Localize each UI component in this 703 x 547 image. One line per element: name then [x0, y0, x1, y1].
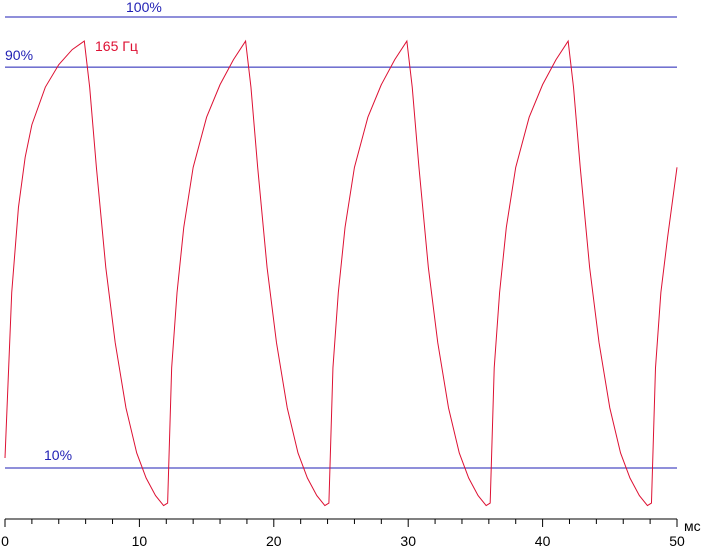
response-time-chart: 100% 90% 10% 165 Гц 0 10 20 30 40 50 мс: [1, 0, 701, 547]
reference-line-label-90pct: 90%: [5, 47, 33, 63]
x-ticks: 0 10 20 30 40 50: [1, 519, 685, 547]
reference-line-label-100pct: 100%: [126, 0, 162, 15]
x-tick-label: 0: [1, 533, 9, 547]
x-tick-label: 10: [132, 533, 148, 547]
reference-line-label-10pct: 10%: [44, 447, 72, 463]
x-tick-label: 50: [669, 533, 685, 547]
reference-lines: 100% 90% 10%: [5, 0, 677, 469]
series-label: 165 Гц: [95, 38, 138, 54]
x-tick-label: 30: [400, 533, 416, 547]
x-tick-label: 20: [266, 533, 282, 547]
x-tick-label: 40: [535, 533, 551, 547]
x-axis: 0 10 20 30 40 50 мс: [1, 518, 701, 547]
series-layer: 165 Гц: [4, 38, 678, 507]
x-axis-unit-label: мс: [684, 518, 701, 534]
series-line-0: [4, 39, 678, 507]
